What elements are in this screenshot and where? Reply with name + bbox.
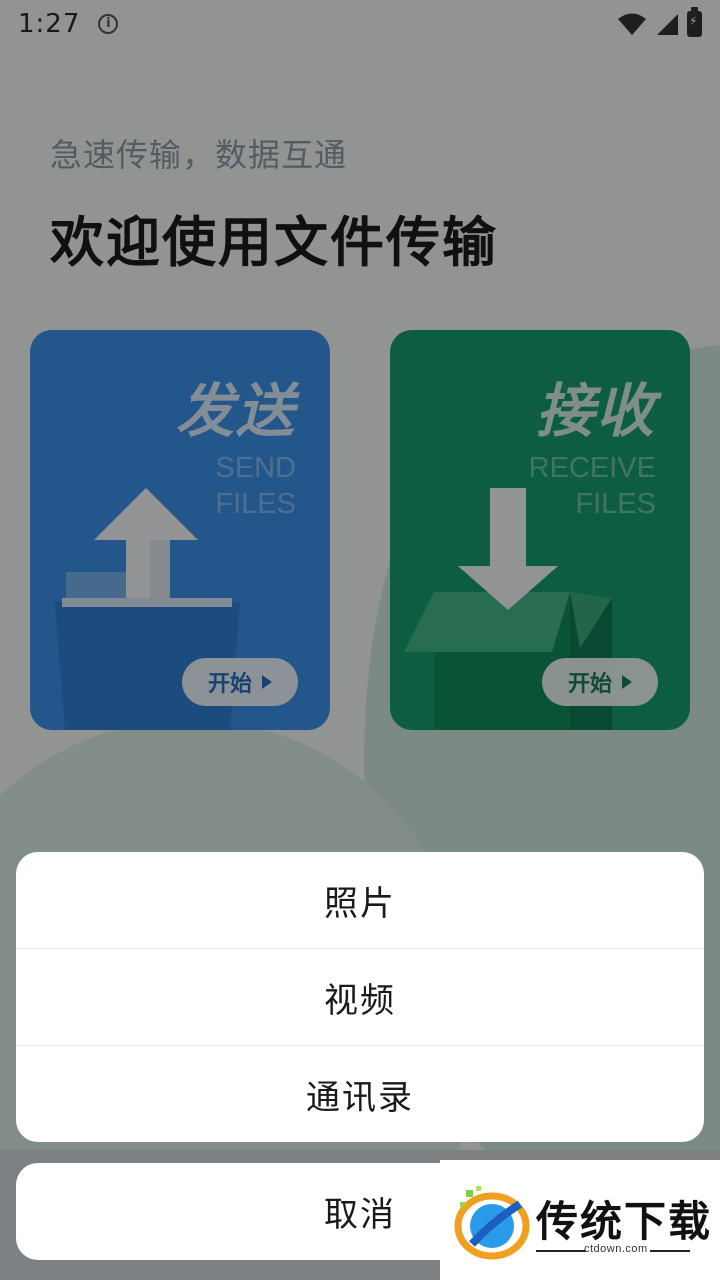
option-contacts[interactable]: 通讯录 — [16, 1046, 704, 1142]
action-sheet: 照片 视频 通讯录 — [16, 852, 704, 1142]
watermark-title: 传统下载 — [536, 1197, 713, 1246]
watermark: 传统下载 ctdown.com — [440, 1160, 720, 1280]
watermark-rule-right — [650, 1250, 690, 1252]
watermark-rule-left — [536, 1250, 586, 1252]
ctdown-logo-icon — [454, 1186, 530, 1260]
watermark-domain: ctdown.com — [584, 1243, 648, 1255]
cancel-label: 取消 — [324, 1195, 396, 1235]
option-photos[interactable]: 照片 — [16, 852, 704, 949]
option-videos[interactable]: 视频 — [16, 949, 704, 1046]
